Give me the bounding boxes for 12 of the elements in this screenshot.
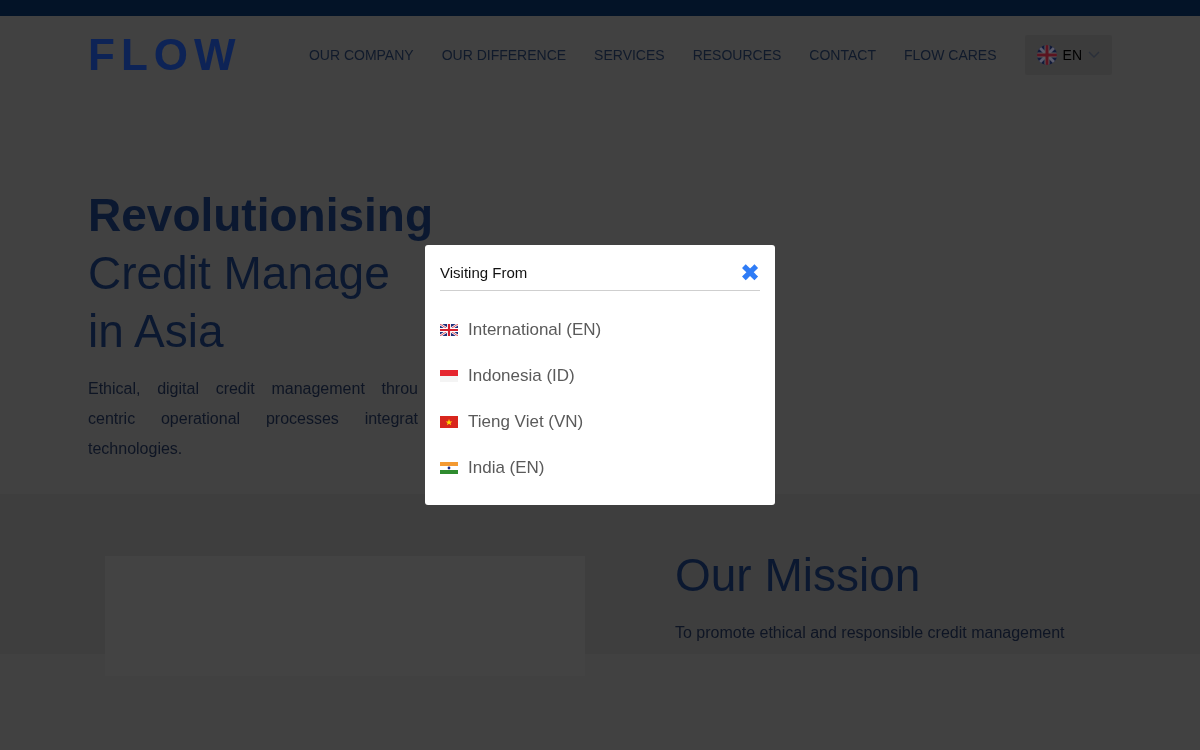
close-button[interactable]: ✖ — [740, 259, 760, 286]
country-link[interactable]: Indonesia (ID) — [440, 365, 760, 387]
dialog-title: Visiting From — [440, 264, 528, 281]
flag-icon — [440, 370, 458, 382]
flag-icon — [440, 324, 458, 336]
country-link[interactable]: Tieng Viet (VN) — [440, 411, 760, 433]
country-link[interactable]: International (EN) — [440, 319, 760, 341]
country-link[interactable]: India (EN) — [440, 457, 760, 479]
flag-icon — [440, 416, 458, 428]
flag-icon — [440, 462, 458, 474]
language-button[interactable]: EN — [1024, 35, 1112, 75]
flag-icon — [1036, 45, 1057, 65]
